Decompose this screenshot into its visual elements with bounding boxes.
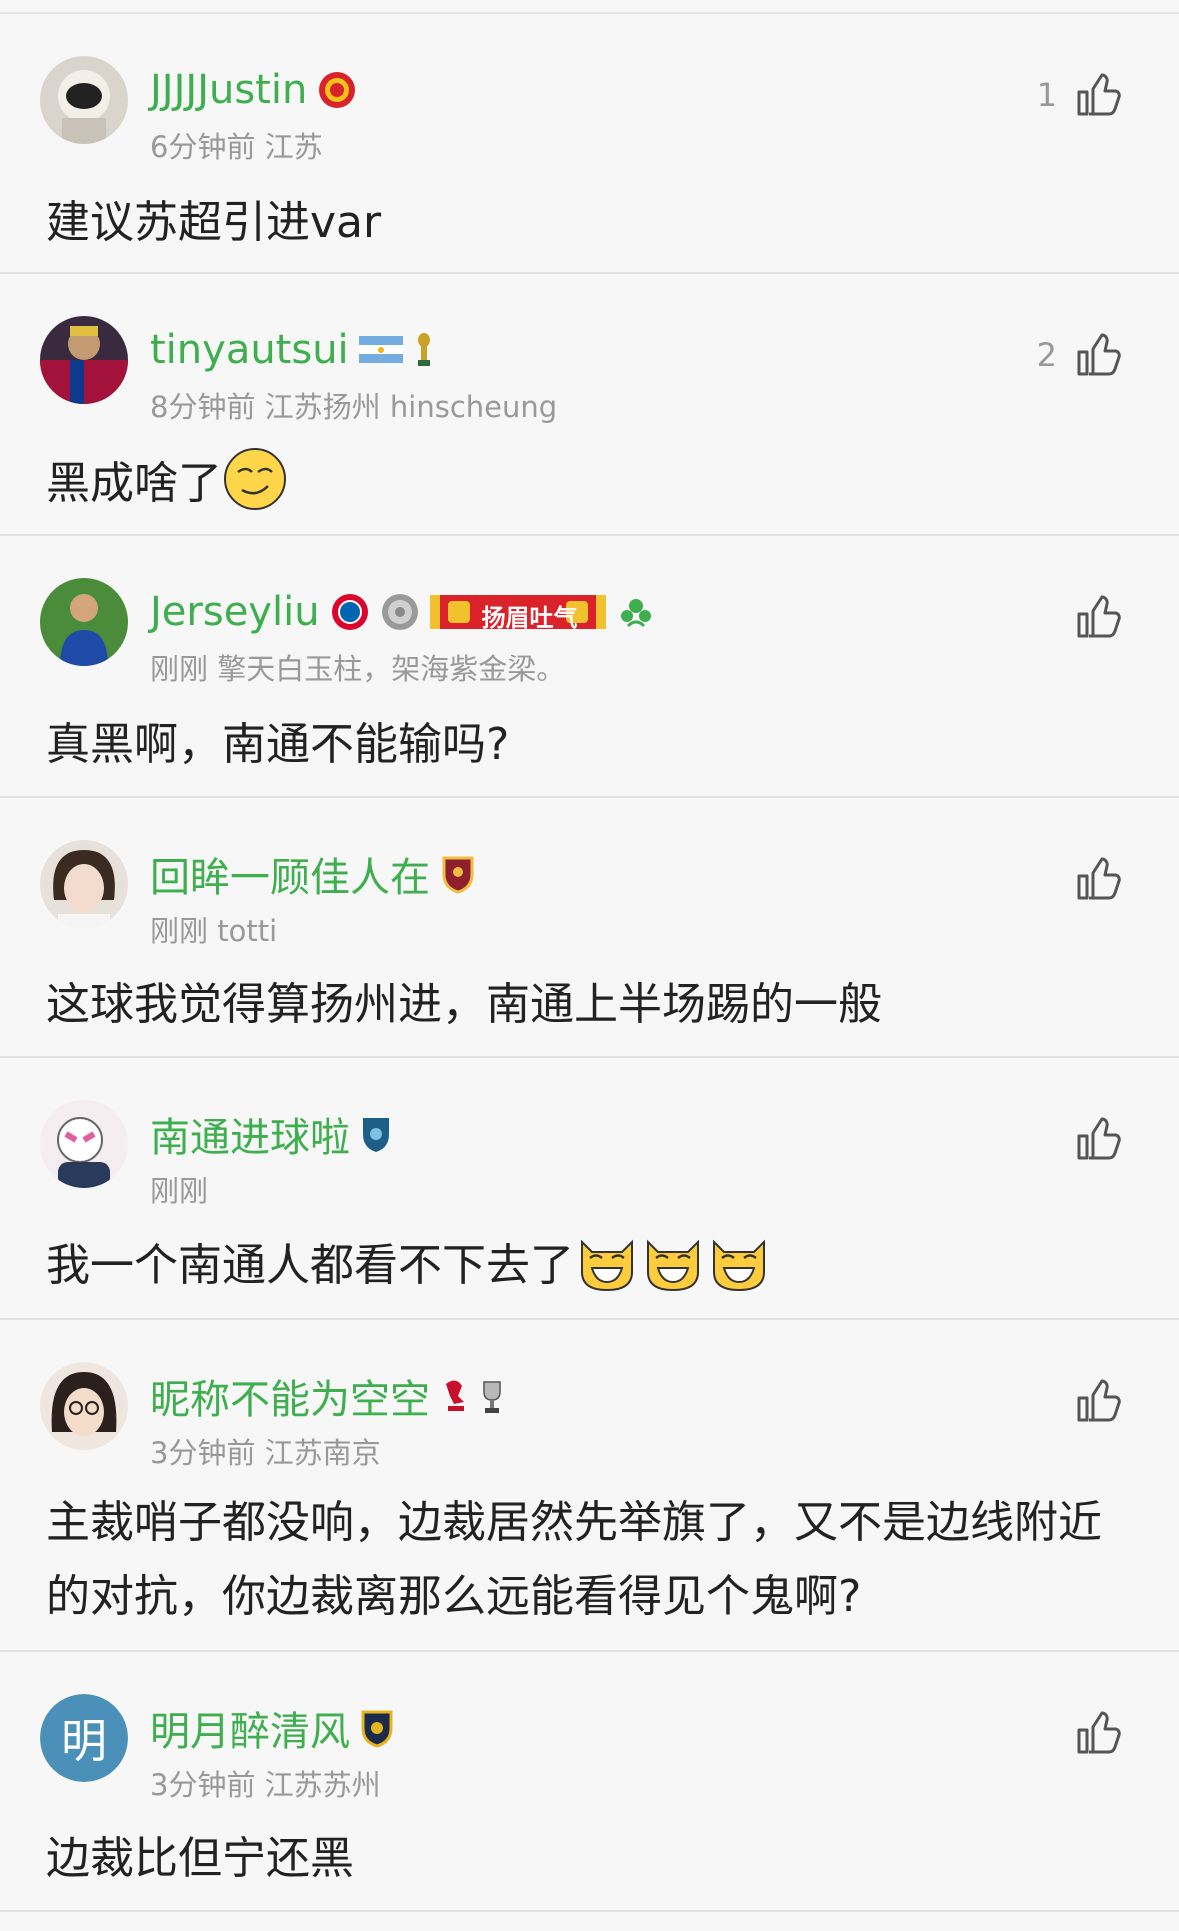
username[interactable]: 明月醉清风 bbox=[150, 1699, 350, 1757]
like-button[interactable]: 1 bbox=[1037, 72, 1121, 118]
comment-text: 黑成啥了 bbox=[46, 446, 1145, 521]
avatar[interactable] bbox=[40, 840, 128, 928]
comment-meta: 3分钟前 江苏南京 bbox=[150, 1436, 381, 1470]
bundesliga-plate-icon bbox=[380, 592, 420, 632]
comment-text: 我一个南通人都看不下去了 bbox=[46, 1228, 1145, 1303]
comment-item: JJJJJustin 6分钟前 江苏 1 建议苏超引进var bbox=[0, 14, 1179, 274]
world-cup-trophy-icon bbox=[413, 330, 435, 370]
like-button[interactable] bbox=[1057, 856, 1121, 902]
comment-meta: 8分钟前 江苏扬州 hinscheung bbox=[150, 390, 558, 424]
grinning-cat-emoji bbox=[706, 1239, 772, 1292]
thumbs-up-icon[interactable] bbox=[1075, 72, 1121, 118]
comment-item: Jerseyliu 扬眉吐气 刚刚 擎天白玉柱，架海紫金梁。 真黑啊，南通不能输… bbox=[0, 536, 1179, 798]
comment-text: 边裁比但宁还黑 bbox=[46, 1833, 354, 1884]
premier-league-trophy-icon bbox=[480, 1376, 504, 1416]
argentina-flag-icon bbox=[358, 330, 403, 370]
like-count: 2 bbox=[1036, 336, 1057, 374]
username[interactable]: 南通进球啦 bbox=[150, 1105, 350, 1163]
comment-meta: 6分钟前 江苏 bbox=[150, 130, 323, 164]
comment-text: 这球我觉得算扬州进，南通上半场踢的一般 bbox=[46, 979, 882, 1030]
scarf-text: 扬眉吐气 bbox=[481, 604, 578, 632]
thumbs-up-icon[interactable] bbox=[1075, 1378, 1121, 1424]
comment-meta: 刚刚 擎天白玉柱，架海紫金梁。 bbox=[150, 652, 566, 686]
club-crest-icon bbox=[616, 592, 656, 632]
comment-item: 明 明月醉清风 3分钟前 江苏苏州 边裁比但宁还黑 bbox=[0, 1652, 1179, 1912]
top-divider bbox=[0, 0, 1179, 14]
thumbs-up-icon[interactable] bbox=[1075, 1710, 1121, 1756]
like-button[interactable] bbox=[1057, 1710, 1121, 1756]
grinning-cat-emoji bbox=[574, 1239, 640, 1292]
name-row: 明月醉清风 bbox=[150, 1699, 394, 1757]
name-row: JJJJJustin bbox=[150, 64, 357, 116]
comment-meta: 刚刚 totti bbox=[150, 914, 278, 948]
like-button[interactable] bbox=[1057, 1378, 1121, 1424]
avatar[interactable] bbox=[40, 578, 128, 666]
like-button[interactable]: 2 bbox=[1037, 332, 1121, 378]
username[interactable]: tinyautsui bbox=[150, 327, 349, 373]
avatar-letter: 明 bbox=[40, 1694, 128, 1782]
like-button[interactable] bbox=[1057, 594, 1121, 640]
avatar[interactable] bbox=[40, 316, 128, 404]
jiangsu-club-badge-icon bbox=[360, 1708, 394, 1748]
grinning-cat-emoji bbox=[640, 1239, 706, 1292]
thumbs-up-icon[interactable] bbox=[1075, 332, 1121, 378]
like-button[interactable] bbox=[1057, 1116, 1121, 1162]
name-row: 南通进球啦 bbox=[150, 1105, 392, 1163]
comment-item: 回眸一顾佳人在 刚刚 totti 这球我觉得算扬州进，南通上半场踢的一般 bbox=[0, 798, 1179, 1058]
comment-item: tinyautsui 8分钟前 江苏扬州 hinscheung 2 黑成啥了 bbox=[0, 274, 1179, 536]
username[interactable]: 昵称不能为空空 bbox=[150, 1367, 430, 1425]
avatar[interactable] bbox=[40, 1100, 128, 1188]
comment-text: 主裁哨子都没响，边裁居然先举旗了，又不是边线附近的对抗，你边裁离那么远能看得见个… bbox=[46, 1497, 1102, 1622]
thumbs-up-icon[interactable] bbox=[1075, 594, 1121, 640]
like-count: 1 bbox=[1036, 76, 1057, 114]
comment-text: 建议苏超引进var bbox=[46, 197, 382, 248]
yangzhou-scarf-badge-icon: 扬眉吐气 bbox=[429, 592, 606, 632]
liverpool-badge-icon bbox=[440, 1376, 470, 1416]
name-row: Jerseyliu 扬眉吐气 bbox=[150, 586, 656, 638]
avatar[interactable] bbox=[40, 56, 128, 144]
comment-item: 南通进球啦 刚刚 我一个南通人都看不下去了 bbox=[0, 1058, 1179, 1320]
username[interactable]: JJJJJustin bbox=[150, 67, 307, 113]
avatar[interactable] bbox=[40, 1362, 128, 1450]
bayern-badge-icon bbox=[330, 592, 370, 632]
name-row: 昵称不能为空空 bbox=[150, 1367, 504, 1425]
manchester-united-badge-icon bbox=[317, 70, 357, 110]
avatar[interactable]: 明 bbox=[40, 1694, 128, 1782]
comment-text-content: 黑成啥了 bbox=[46, 458, 222, 509]
thumbs-up-icon[interactable] bbox=[1075, 1116, 1121, 1162]
as-roma-badge-icon bbox=[440, 854, 476, 894]
smirk-emoji bbox=[222, 448, 288, 510]
comment-meta: 刚刚 bbox=[150, 1174, 209, 1208]
comment-text: 真黑啊，南通不能输吗? bbox=[46, 719, 510, 770]
comment-item: 昵称不能为空空 3分钟前 江苏南京 主裁哨子都没响，边裁居然先举旗了，又不是边线… bbox=[0, 1320, 1179, 1652]
username[interactable]: Jerseyliu bbox=[150, 589, 320, 635]
comment-meta: 3分钟前 江苏苏州 bbox=[150, 1768, 381, 1802]
thumbs-up-icon[interactable] bbox=[1075, 856, 1121, 902]
name-row: tinyautsui bbox=[150, 324, 435, 376]
nantong-badge-icon bbox=[360, 1114, 392, 1154]
name-row: 回眸一顾佳人在 bbox=[150, 845, 476, 903]
comment-text-content: 我一个南通人都看不下去了 bbox=[46, 1240, 574, 1291]
username[interactable]: 回眸一顾佳人在 bbox=[150, 845, 430, 903]
